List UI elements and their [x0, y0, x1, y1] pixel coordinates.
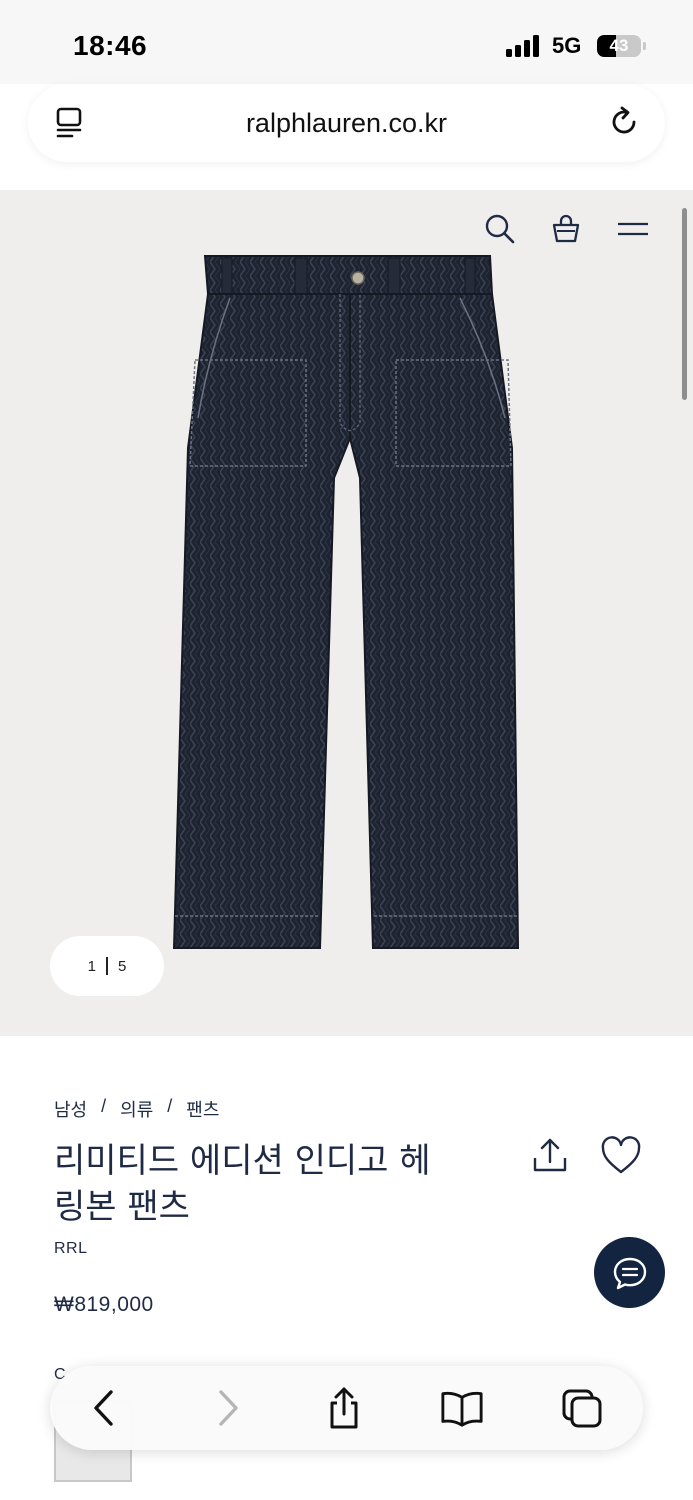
product-brand[interactable]: RRL [54, 1240, 88, 1258]
pager-total: 5 [118, 957, 127, 975]
heart-icon[interactable] [600, 1136, 642, 1176]
product-gallery[interactable]: 1 5 [0, 190, 693, 1036]
breadcrumb-item[interactable]: 팬츠 [186, 1096, 219, 1122]
signal-bars-icon [506, 35, 542, 57]
battery-level: 43 [609, 36, 629, 55]
status-time: 18:46 [73, 30, 148, 61]
back-button[interactable] [82, 1386, 126, 1430]
tabs-icon [562, 1389, 602, 1428]
chat-button[interactable] [594, 1237, 665, 1308]
product-title: 리미티드 에디션 인디고 헤 링본 팬츠 [54, 1138, 494, 1230]
battery-icon: 43 [597, 35, 641, 57]
share-icon[interactable] [530, 1136, 570, 1176]
bookmarks-button[interactable] [440, 1386, 484, 1430]
breadcrumb: 남성 / 의류 / 팬츠 [54, 1096, 219, 1122]
breadcrumb-separator: / [101, 1096, 107, 1116]
bookmarks-icon [441, 1391, 483, 1427]
search-icon[interactable] [485, 214, 515, 244]
battery-cap [643, 42, 646, 50]
pager-separator [106, 957, 108, 975]
back-icon [94, 1390, 113, 1426]
status-bar: 18:46 5G 43 [0, 0, 693, 84]
tabs-button[interactable] [560, 1386, 604, 1430]
shopping-bag-icon[interactable] [551, 214, 581, 244]
share-button[interactable] [322, 1386, 366, 1430]
breadcrumb-item[interactable]: 남성 [54, 1096, 87, 1122]
chat-icon [613, 1257, 646, 1289]
forward-icon [219, 1390, 238, 1426]
menu-icon[interactable] [617, 214, 649, 244]
header-icons [485, 214, 649, 244]
browser-toolbar [50, 1366, 643, 1450]
forward-button[interactable] [206, 1386, 250, 1430]
product-title-line: 리미티드 에디션 인디고 헤 [54, 1141, 431, 1181]
product-title-line: 링본 팬츠 [54, 1187, 190, 1227]
pager-current: 1 [87, 957, 96, 975]
url-text[interactable]: ralphlauren.co.kr [28, 108, 665, 139]
reload-icon[interactable] [607, 105, 641, 139]
network-type: 5G [552, 33, 582, 58]
product-image[interactable] [160, 248, 540, 958]
share-icon [330, 1387, 358, 1429]
gallery-pager[interactable]: 1 5 [50, 936, 164, 996]
breadcrumb-separator: / [167, 1096, 173, 1116]
address-bar[interactable]: ralphlauren.co.kr [28, 84, 665, 162]
breadcrumb-item[interactable]: 의류 [120, 1096, 153, 1122]
product-price: ₩819,000 [54, 1293, 154, 1316]
page-scrollbar[interactable] [682, 208, 687, 400]
